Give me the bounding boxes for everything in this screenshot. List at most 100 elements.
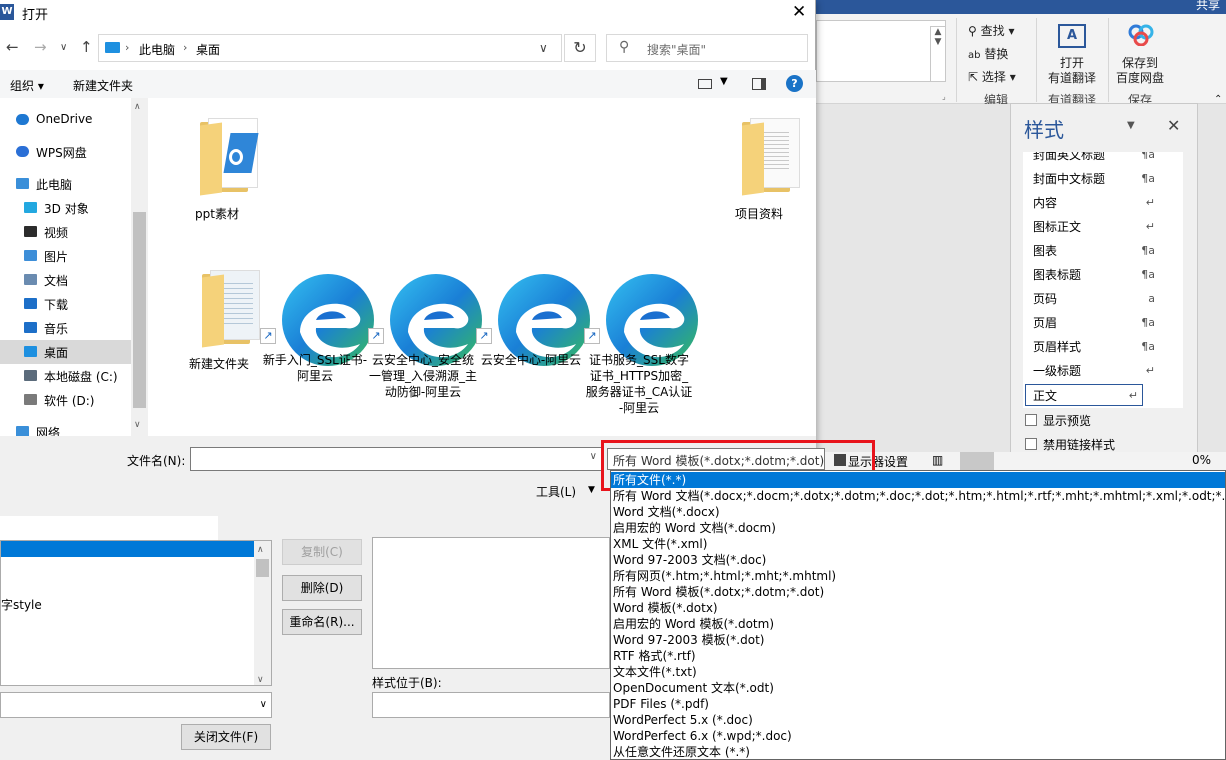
- file-type-option[interactable]: Word 文档(*.docx): [611, 504, 1225, 520]
- read-mode-icon[interactable]: ▥: [932, 453, 943, 467]
- breadcrumb-separator[interactable]: ›: [125, 41, 129, 54]
- style-item[interactable]: 图表 ¶a: [1033, 240, 1169, 262]
- style-item[interactable]: 页码 a: [1033, 288, 1169, 310]
- back-arrow-icon[interactable]: ←: [6, 38, 19, 56]
- file-type-option[interactable]: WordPerfect 5.x (*.doc): [611, 712, 1225, 728]
- scrollbar[interactable]: ∧ ∨: [131, 98, 148, 436]
- view-options-icon[interactable]: [698, 79, 712, 89]
- nav-item[interactable]: 本地磁盘 (C:): [0, 364, 131, 388]
- nav-item[interactable]: 视频: [0, 220, 131, 244]
- breadcrumb-item[interactable]: 桌面: [196, 41, 220, 58]
- youdao-translate-icon[interactable]: A: [1058, 24, 1086, 48]
- delete-button[interactable]: 删除(D): [282, 575, 362, 601]
- nav-item[interactable]: 3D 对象: [0, 196, 131, 220]
- shortcut-item[interactable]: ↗ 云安全中心-阿里云: [476, 272, 590, 432]
- baidu-netdisk-icon[interactable]: [1128, 24, 1154, 47]
- nav-item[interactable]: 音乐: [0, 316, 131, 340]
- file-type-option[interactable]: Word 97-2003 模板(*.dot): [611, 632, 1225, 648]
- scroll-down-icon[interactable]: ∨: [134, 420, 141, 430]
- refresh-button[interactable]: ↻: [564, 34, 596, 62]
- select-button[interactable]: ⇱ 选择 ▾: [968, 68, 1016, 85]
- list-item[interactable]: 字style: [1, 596, 42, 613]
- chevron-down-icon[interactable]: ▼: [1127, 120, 1135, 131]
- scroll-up-icon[interactable]: ∧: [257, 545, 264, 555]
- style-gallery[interactable]: [816, 20, 946, 82]
- styles-in-select-right[interactable]: [372, 692, 610, 718]
- organizer-style-list[interactable]: 字style ∧ ∨: [0, 540, 272, 686]
- file-type-option[interactable]: XML 文件(*.xml): [611, 536, 1225, 552]
- address-bar[interactable]: › 此电脑 › 桌面 ∨: [98, 34, 562, 62]
- disable-linked-styles-checkbox[interactable]: [1025, 438, 1037, 450]
- breadcrumb-item[interactable]: 此电脑: [139, 41, 175, 58]
- rename-button[interactable]: 重命名(R)...: [282, 609, 362, 635]
- replace-button[interactable]: ab 替换: [968, 45, 1008, 62]
- recent-locations-icon[interactable]: ∨: [60, 42, 67, 53]
- folder-item[interactable]: ppt素材: [162, 98, 272, 228]
- dialog-launcher-icon[interactable]: ⌟: [942, 92, 946, 101]
- scroll-down-icon[interactable]: ∨: [257, 675, 264, 685]
- file-type-option[interactable]: 所有 Word 文档(*.docx;*.docm;*.dotx;*.dotm;*…: [611, 488, 1225, 504]
- file-type-option[interactable]: 从任意文件还原文本 (*.*): [611, 744, 1225, 759]
- nav-item[interactable]: OneDrive: [0, 108, 131, 132]
- up-arrow-icon[interactable]: ↑: [80, 38, 93, 56]
- style-item[interactable]: 封面英文标题 ¶a: [1033, 152, 1169, 166]
- file-type-option[interactable]: 文本文件(*.txt): [611, 664, 1225, 680]
- find-button[interactable]: ⚲ 查找 ▾: [968, 22, 1014, 39]
- scrollbar[interactable]: ∧ ∨: [254, 541, 271, 685]
- search-input[interactable]: ⚲ 搜索"桌面": [606, 34, 808, 62]
- shortcut-item[interactable]: ↗ 新手入门_SSL证书-阿里云: [260, 272, 374, 432]
- share-button[interactable]: 共享: [1196, 0, 1220, 13]
- list-item-selected[interactable]: [1, 541, 254, 557]
- nav-item[interactable]: 图片: [0, 244, 131, 268]
- nav-item[interactable]: 此电脑: [0, 172, 131, 196]
- file-type-option[interactable]: OpenDocument 文本(*.odt): [611, 680, 1225, 696]
- print-layout-icon[interactable]: [960, 452, 994, 470]
- breadcrumb-separator[interactable]: ›: [183, 41, 187, 54]
- style-item[interactable]: 图表标题 ¶a: [1033, 264, 1169, 286]
- chevron-down-icon[interactable]: ∨: [539, 41, 548, 55]
- shortcut-item[interactable]: ↗ 证书服务_SSL数字证书_HTTPS加密_服务器证书_CA认证 -阿里云: [584, 272, 698, 432]
- file-type-option[interactable]: Word 97-2003 文档(*.doc): [611, 552, 1225, 568]
- scrollbar-thumb[interactable]: [133, 212, 146, 408]
- nav-item[interactable]: WPS网盘: [0, 140, 131, 164]
- style-item[interactable]: 封面中文标题 ¶a: [1033, 168, 1169, 190]
- nav-item[interactable]: 软件 (D:): [0, 388, 131, 412]
- scrollbar-thumb[interactable]: [256, 559, 269, 577]
- organize-menu[interactable]: 组织 ▾: [10, 77, 44, 94]
- style-item[interactable]: 图标正文 ↵: [1033, 216, 1169, 238]
- youdao-translate-label[interactable]: 有道翻译: [1048, 69, 1096, 86]
- tools-menu[interactable]: 工具(L): [536, 483, 576, 500]
- baidu-save-label-2[interactable]: 百度网盘: [1116, 69, 1164, 86]
- chevron-down-icon[interactable]: ▼: [588, 485, 595, 495]
- close-icon[interactable]: ✕: [792, 2, 806, 22]
- copy-button[interactable]: 复制(C): [282, 539, 362, 565]
- scroll-up-icon[interactable]: ∧: [134, 102, 141, 112]
- show-preview-checkbox[interactable]: [1025, 414, 1037, 426]
- nav-item[interactable]: 桌面: [0, 340, 131, 364]
- nav-item[interactable]: 网络: [0, 420, 131, 436]
- forward-arrow-icon[interactable]: →: [34, 38, 47, 56]
- close-file-button[interactable]: 关闭文件(F): [181, 724, 271, 750]
- chevron-down-icon[interactable]: ▼: [720, 76, 728, 87]
- new-folder-button[interactable]: 新建文件夹: [73, 77, 133, 94]
- nav-item[interactable]: 文档: [0, 268, 131, 292]
- style-item[interactable]: 页眉样式 ¶a: [1033, 336, 1169, 358]
- chevron-down-icon[interactable]: ∨: [260, 699, 267, 710]
- file-type-option[interactable]: PDF Files (*.pdf): [611, 696, 1225, 712]
- chevron-down-icon[interactable]: ∨: [590, 451, 597, 462]
- file-type-option[interactable]: RTF 格式(*.rtf): [611, 648, 1225, 664]
- nav-item[interactable]: 下载: [0, 292, 131, 316]
- style-item[interactable]: 内容 ↵: [1033, 192, 1169, 214]
- file-type-option[interactable]: 所有文件(*.*): [611, 472, 1225, 488]
- filename-input[interactable]: ∨: [190, 447, 602, 471]
- style-item[interactable]: 页眉 ¶a: [1033, 312, 1169, 334]
- zoom-level[interactable]: 0%: [1192, 453, 1211, 467]
- file-type-option[interactable]: Word 模板(*.dotx): [611, 600, 1225, 616]
- styles-in-select-left[interactable]: ∨: [0, 692, 272, 718]
- style-item-selected[interactable]: 正文 ↵: [1025, 384, 1143, 406]
- folder-item[interactable]: 项目资料: [704, 98, 814, 228]
- file-type-option[interactable]: 启用宏的 Word 文档(*.docm): [611, 520, 1225, 536]
- shortcut-item[interactable]: ↗ 云安全中心_安全统一管理_入侵溯源_主动防御-阿里云: [368, 272, 482, 432]
- style-item[interactable]: 一级标题 ↵: [1033, 360, 1169, 382]
- preview-pane-icon[interactable]: [752, 78, 766, 90]
